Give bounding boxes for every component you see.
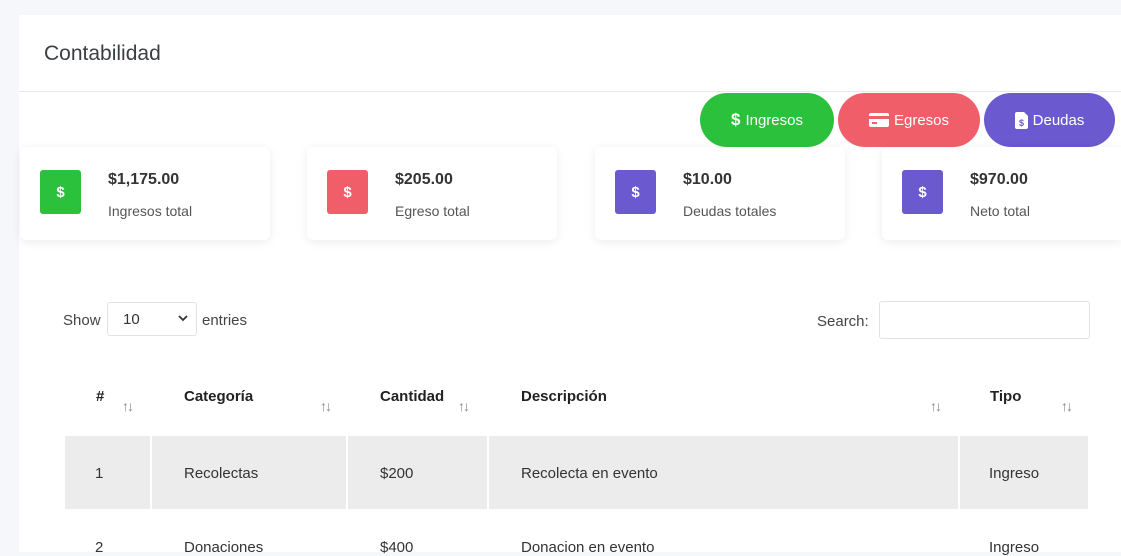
page-size-select[interactable]: 10 <box>107 302 197 336</box>
cell-number: 2 <box>95 539 104 556</box>
sort-icon[interactable]: ↑↓ <box>320 398 332 414</box>
cell-descripcion: Recolecta en evento <box>521 465 658 482</box>
dollar-icon: $ <box>40 170 81 214</box>
dollar-icon: $ <box>327 170 368 214</box>
sort-icon[interactable]: ↑↓ <box>458 398 470 414</box>
cell-categoria: Donaciones <box>184 539 264 556</box>
cell-cantidad: $400 <box>380 539 414 556</box>
sort-icon[interactable]: ↑↓ <box>1061 398 1073 414</box>
summary-label: Ingresos total <box>108 203 193 219</box>
panel-header: Contabilidad <box>19 15 1121 92</box>
table-row: 2 Donaciones $400 Donacion en evento Ing… <box>65 509 1088 556</box>
dollar-icon: $ <box>730 110 741 129</box>
summary-amount: $970.00 <box>970 171 1028 188</box>
summary-card-egresos: $ $205.00 Egreso total <box>307 147 557 240</box>
credit-card-icon <box>868 113 889 127</box>
summary-label: Deudas totales <box>683 203 777 219</box>
summary-card-ingresos: $ $1,175.00 Ingresos total <box>20 147 270 240</box>
svg-text:$: $ <box>1019 118 1024 128</box>
cell-categoria: Recolectas <box>184 465 259 482</box>
summary-amount: $10.00 <box>683 171 732 188</box>
egresos-button-label: Egresos <box>893 111 950 129</box>
dollar-icon: $ <box>902 170 943 214</box>
chevron-down-icon <box>178 311 188 328</box>
page-size-value: 10 <box>123 310 140 328</box>
summary-card-deudas: $ $10.00 Deudas totales <box>595 147 845 240</box>
search-label: Search: <box>817 313 869 330</box>
column-header-categoria[interactable]: Categoría <box>184 388 253 405</box>
deudas-button[interactable]: $ Deudas <box>984 93 1115 147</box>
column-header-descripcion[interactable]: Descripción <box>521 388 607 405</box>
summary-label: Neto total <box>970 203 1030 219</box>
column-header-number[interactable]: # <box>96 388 104 405</box>
search-input[interactable] <box>879 301 1090 339</box>
summary-card-neto: $ $970.00 Neto total <box>882 147 1121 240</box>
cell-number: 1 <box>95 465 104 482</box>
entries-label: entries <box>202 312 248 329</box>
show-label: Show <box>63 312 101 329</box>
sort-icon[interactable]: ↑↓ <box>122 398 134 414</box>
egresos-button[interactable]: Egresos <box>838 93 980 147</box>
summary-amount: $1,175.00 <box>108 171 180 188</box>
ingresos-button-label: Ingresos <box>745 111 803 129</box>
invoice-icon: $ <box>1014 111 1028 129</box>
cell-tipo: Ingreso <box>989 465 1040 482</box>
cell-tipo: Ingreso <box>989 539 1040 556</box>
ingresos-button[interactable]: $ Ingresos <box>700 93 834 147</box>
dollar-icon: $ <box>615 170 656 214</box>
page-title: Contabilidad <box>44 42 161 65</box>
cell-descripcion: Donacion en evento <box>521 539 655 556</box>
sort-icon[interactable]: ↑↓ <box>930 398 942 414</box>
cell-cantidad: $200 <box>380 465 414 482</box>
table-row: 1 Recolectas $200 Recolecta en evento In… <box>65 436 1088 509</box>
column-header-cantidad[interactable]: Cantidad <box>380 388 444 405</box>
column-header-tipo[interactable]: Tipo <box>990 388 1021 405</box>
summary-amount: $205.00 <box>395 171 453 188</box>
deudas-button-label: Deudas <box>1032 111 1085 129</box>
summary-label: Egreso total <box>395 203 470 219</box>
